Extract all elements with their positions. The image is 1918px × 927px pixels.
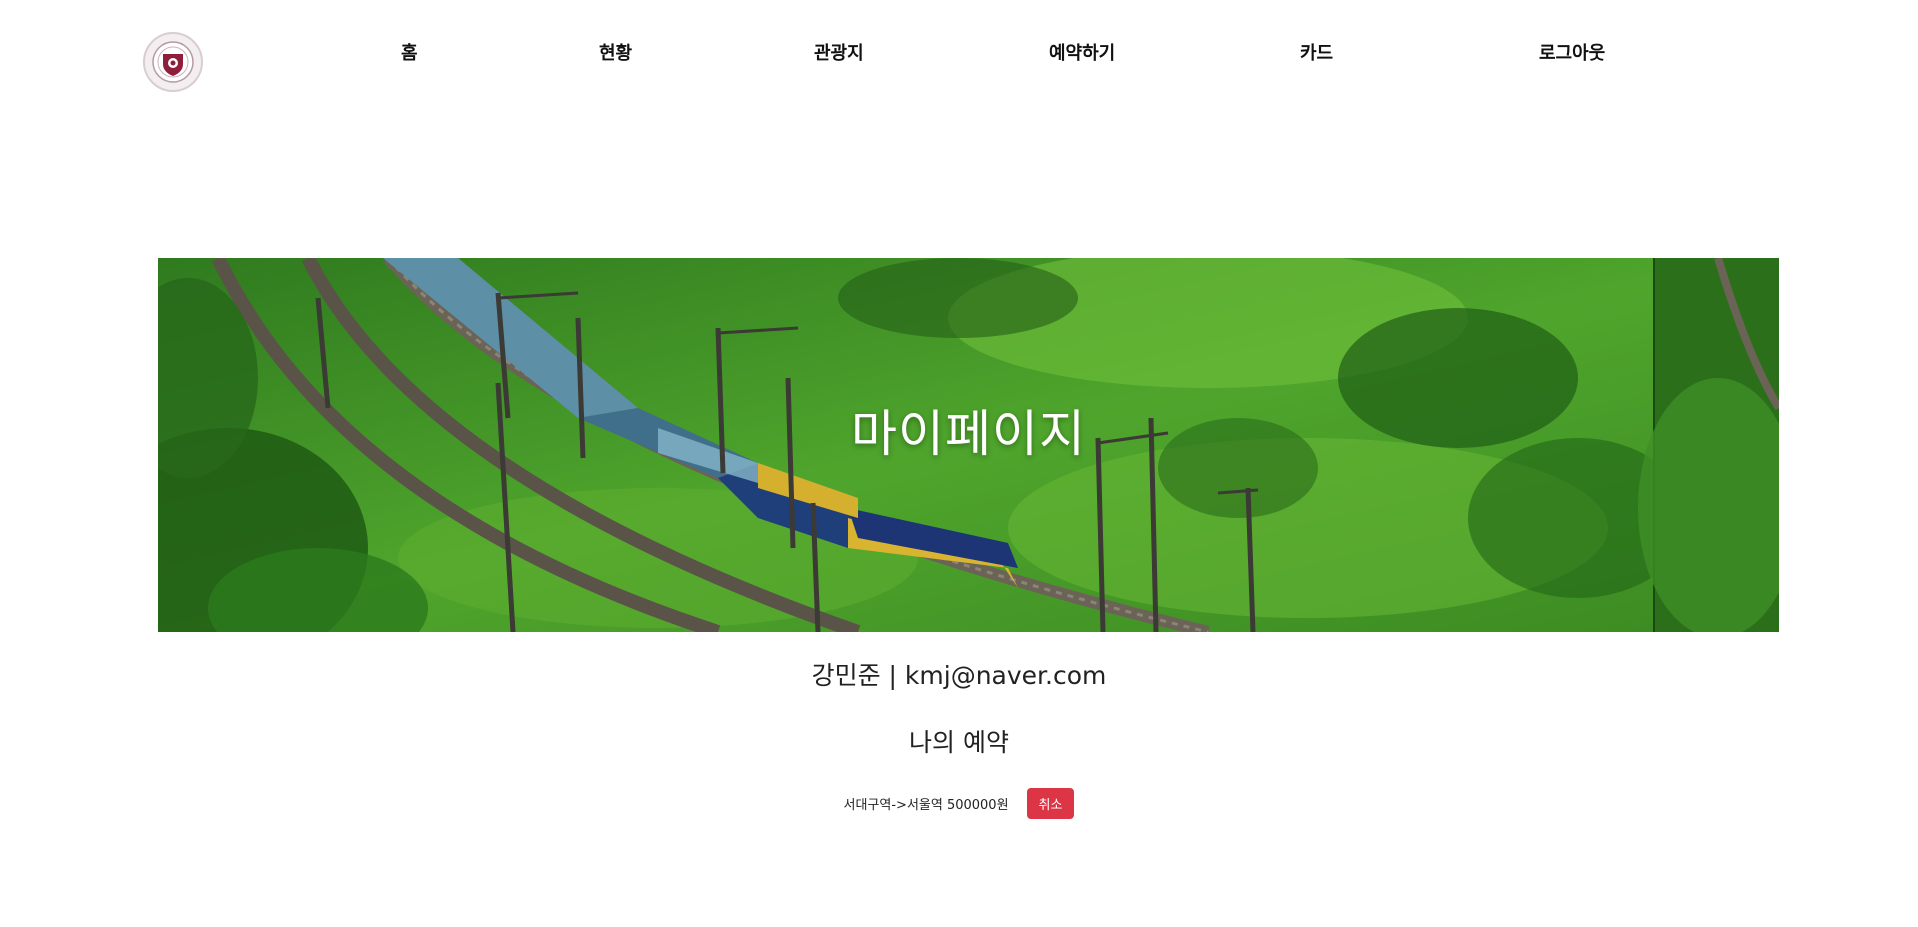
university-seal-icon	[152, 41, 194, 83]
nav-home[interactable]: 홈	[401, 39, 418, 65]
navbar: 홈 현황 관광지 예약하기 카드 로그아웃	[0, 0, 1918, 110]
nav-attractions[interactable]: 관광지	[814, 39, 864, 65]
nav-status[interactable]: 현황	[599, 39, 632, 65]
nav-card[interactable]: 카드	[1300, 39, 1333, 65]
hero-banner: 마이페이지	[158, 258, 1779, 632]
reservation-item: 서대구역->서울역 500000원 취소	[0, 788, 1918, 819]
page-title: 마이페이지	[851, 405, 1086, 463]
my-reservations-title: 나의 예약	[909, 728, 1009, 757]
cancel-reservation-button[interactable]: 취소	[1026, 788, 1075, 819]
reservation-text: 서대구역->서울역 500000원	[843, 798, 1009, 813]
user-info: 강민준 | kmj@naver.com	[811, 661, 1107, 690]
nav-reservation[interactable]: 예약하기	[1049, 39, 1115, 65]
logo[interactable]	[143, 32, 203, 92]
nav-logout[interactable]: 로그아웃	[1539, 39, 1605, 65]
